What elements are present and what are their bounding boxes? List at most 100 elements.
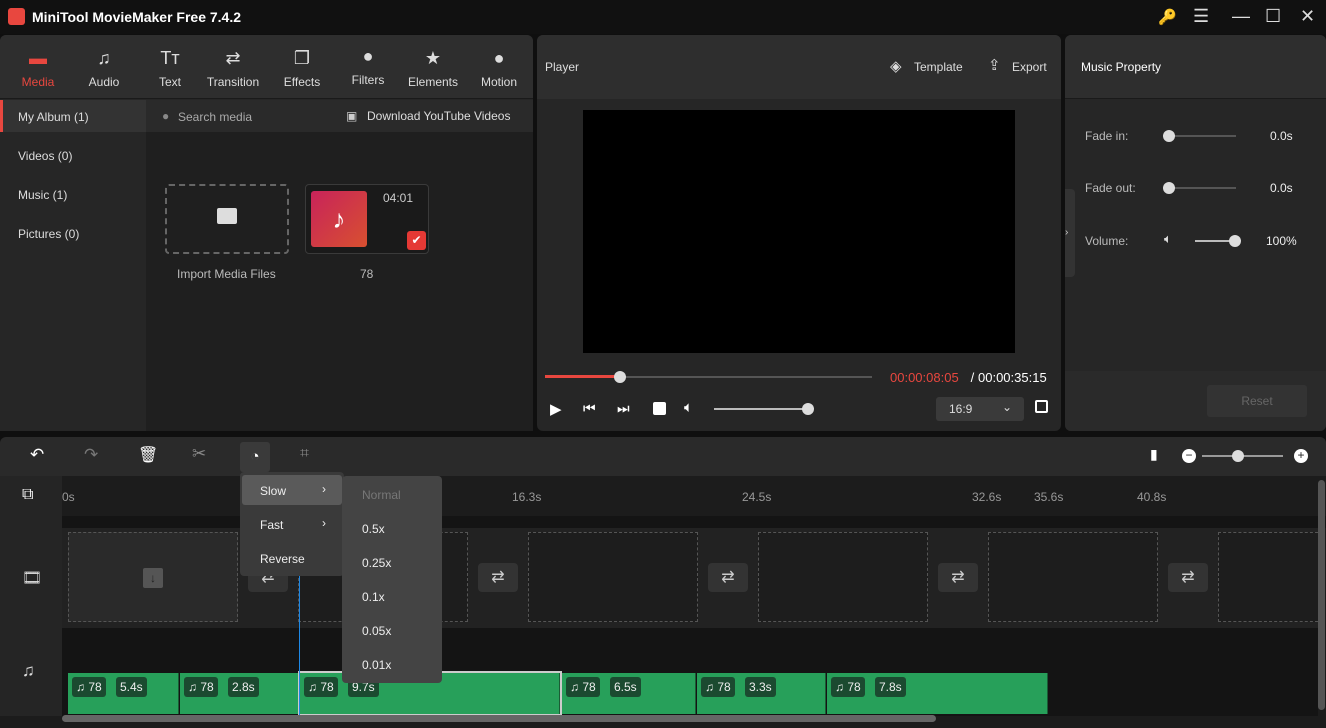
submenu-item[interactable]: 0.25x [362,556,391,570]
video-track-icon: 🎞︎ [22,570,43,587]
delete-button[interactable]: 🗑︎ [138,445,158,465]
transition-button[interactable]: ⇄ [708,563,748,592]
search-input[interactable]: Search media [178,110,252,124]
clip-duration: 6.5s [610,677,641,697]
submenu-item[interactable]: 0.05x [362,624,391,638]
aspect-ratio-select[interactable]: 16:9 ⌄ [936,397,1024,421]
horizontal-scrollbar[interactable] [62,715,936,722]
search-icon: ● [162,109,170,123]
timeline-toolbar: ↶ ↷ 🗑︎ ✂ ◔ ⌗ ▮ − + [0,437,1326,476]
tab-motion[interactable]: ● Motion [466,47,532,89]
sidebar-item-music[interactable]: Music (1) [18,188,67,202]
download-youtube-button[interactable]: Download YouTube Videos [367,109,510,123]
tab-effects[interactable]: ❐ Effects [269,47,335,89]
transition-button[interactable]: ⇄ [938,563,978,592]
video-preview [583,110,1015,353]
video-placeholder[interactable] [528,532,698,622]
sidebar: My Album (1) Videos (0) Music (1) Pictur… [0,100,146,431]
playback-progress-handle[interactable] [614,371,627,383]
stop-button[interactable] [653,402,666,415]
chevron-right-icon: › [322,516,326,530]
audio-clip[interactable]: ♫ 78 7.8s [827,673,1048,714]
clip-name: 78 [582,680,596,694]
media-area: ● Search media ▣ Download YouTube Videos… [146,100,533,431]
menu-item-reverse[interactable]: Reverse [260,552,305,566]
media-panel: ▬ Media ♫ Audio Tт Text ⇄ Transition ❐ Effect… [0,35,533,431]
text-icon: Tт [160,48,180,68]
crop-button[interactable]: ⌗ [300,445,309,463]
submenu-item[interactable]: 0.1x [362,590,385,604]
transition-button[interactable]: ⇄ [1168,563,1208,592]
fade-in-handle[interactable] [1163,130,1175,142]
video-drop-placeholder[interactable]: ↓ [68,532,238,622]
tab-media[interactable]: ▬ Media [5,47,71,89]
checked-icon[interactable]: ✔ [407,231,426,250]
volume-icon[interactable]: 🔈︎ [684,399,693,416]
music-property-panel: Music Property Fade in: 0.0s Fade out: 0… [1065,35,1326,431]
submenu-item[interactable]: 0.5x [362,522,385,536]
add-track-button[interactable]: ⧉ [22,486,33,504]
sidebar-item-videos[interactable]: Videos (0) [18,149,72,163]
tab-filters[interactable]: ● Filters [335,45,401,87]
audio-clip[interactable]: ♫ 78 2.8s [180,673,299,714]
clip-duration: 3.3s [745,677,776,697]
zoom-in-button[interactable]: + [1294,449,1308,463]
volume-slider-handle[interactable] [802,403,814,415]
fullscreen-button[interactable] [1035,400,1048,413]
template-button[interactable]: Template [914,60,963,74]
zoom-out-button[interactable]: − [1182,449,1196,463]
play-button[interactable]: ▶ [550,400,562,418]
volume-value: 100% [1266,234,1297,248]
collapse-panel-button[interactable]: › [1065,189,1075,277]
audio-clip[interactable]: ♫ 78 5.4s [68,673,179,714]
ruler-tick: 0s [62,490,75,504]
key-icon[interactable]: 🔑 [1158,8,1177,26]
split-button[interactable]: ✂ [192,444,206,464]
tab-transition[interactable]: ⇄ Transition [200,47,266,89]
music-note-icon: ♫ 78 [701,677,735,697]
music-icon: ♫ [97,48,111,68]
transition-button[interactable]: ⇄ [478,563,518,592]
audio-clip[interactable]: ♫ 78 3.3s [697,673,826,714]
video-placeholder[interactable] [1218,532,1318,622]
music-note-icon: ♫ 78 [304,677,338,697]
video-placeholder[interactable] [758,532,928,622]
undo-button[interactable]: ↶ [30,445,44,465]
media-item[interactable]: ♪ 04:01 ✔ [305,184,429,254]
menu-item-slow[interactable] [242,475,342,505]
ruler-tick: 40.8s [1137,490,1167,504]
ruler-tick: 35.6s [1034,490,1064,504]
maximize-button[interactable]: ☐ [1265,6,1281,27]
vertical-scrollbar[interactable] [1318,480,1325,710]
tab-audio[interactable]: ♫ Audio [71,47,137,89]
speed-button[interactable]: ◔ [240,442,270,472]
clip-duration: 7.8s [875,677,906,697]
export-icon: ⇪ [988,57,1001,74]
close-button[interactable]: ✕ [1300,6,1315,27]
music-volume-handle[interactable] [1229,235,1241,247]
menu-item-fast[interactable]: Fast [260,518,283,532]
music-property-header: Music Property [1065,35,1326,99]
video-placeholder[interactable] [988,532,1158,622]
fit-timeline-button[interactable]: ▮ [1150,446,1158,463]
export-button[interactable]: Export [1012,60,1047,74]
redo-button[interactable]: ↷ [84,445,98,465]
reset-button[interactable]: Reset [1207,385,1307,417]
volume-slider[interactable] [714,408,808,410]
import-media-button[interactable] [165,184,289,254]
next-frame-button[interactable]: ⏭ [617,400,630,417]
fade-in-slider[interactable] [1168,135,1236,137]
sidebar-item-pictures[interactable]: Pictures (0) [18,227,79,241]
fade-out-handle[interactable] [1163,182,1175,194]
previous-frame-button[interactable]: ⏮ [583,400,596,417]
aspect-ratio-value: 16:9 [949,402,973,416]
timeline-zoom-handle[interactable] [1232,450,1244,462]
fade-out-slider[interactable] [1168,187,1236,189]
audio-clip[interactable]: ♫ 78 6.5s [562,673,696,714]
menu-icon[interactable]: ☰ [1193,6,1209,27]
tab-text[interactable]: Tт Text [137,47,203,89]
current-time: 00:00:08:05 [890,370,959,385]
tab-elements[interactable]: ★ Elements [400,47,466,89]
submenu-item[interactable]: 0.01x [362,658,391,672]
minimize-button[interactable]: — [1232,6,1250,27]
